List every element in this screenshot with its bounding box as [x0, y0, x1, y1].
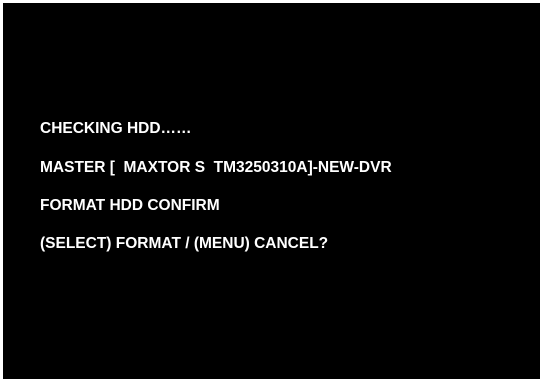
format-cancel-prompt[interactable]: (SELECT) FORMAT / (MENU) CANCEL? — [40, 235, 328, 253]
checking-hdd-status: CHECKING HDD…… — [40, 120, 192, 137]
format-confirm-title: FORMAT HDD CONFIRM — [40, 197, 220, 214]
dvr-osd-screen: CHECKING HDD…… MASTER [ MAXTOR S TM32503… — [3, 3, 540, 379]
hdd-master-info: MASTER [ MAXTOR S TM3250310A]-NEW-DVR — [40, 159, 392, 176]
